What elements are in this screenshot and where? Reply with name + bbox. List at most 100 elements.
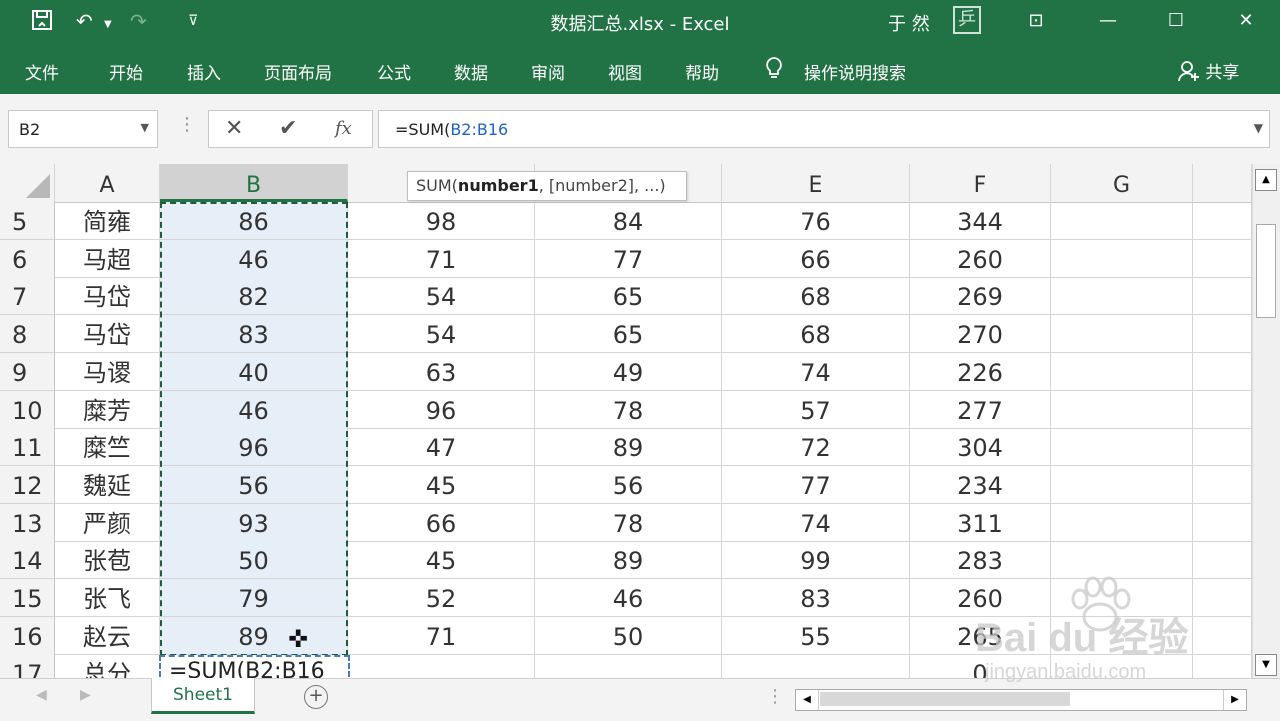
cell-e17[interactable] [722, 654, 910, 678]
horizontal-scroll-thumb[interactable] [820, 692, 1070, 706]
cell-a16[interactable]: 赵云 [55, 616, 160, 655]
cell-d6[interactable]: 77 [535, 239, 722, 278]
cell-f6[interactable]: 260 [910, 239, 1051, 278]
cell-c9[interactable]: 63 [348, 352, 535, 391]
cell-c8[interactable]: 54 [348, 315, 535, 354]
cell-c16[interactable]: 71 [348, 616, 535, 655]
cell-g8[interactable] [1051, 315, 1193, 354]
cell-e8[interactable]: 68 [722, 315, 910, 354]
cell-b10[interactable]: 46 [160, 390, 348, 429]
cell-e7[interactable]: 68 [722, 277, 910, 316]
row-header[interactable]: 6 [0, 239, 55, 278]
name-box[interactable]: B2 ▼ [8, 110, 158, 148]
function-tooltip[interactable]: SUM(number1, [number2], ...) [407, 171, 687, 201]
row-header[interactable]: 10 [0, 390, 55, 429]
cell-a5[interactable]: 简雍 [55, 202, 160, 240]
tab-help[interactable]: 帮助 [685, 59, 719, 84]
cell-b16[interactable]: 89 [160, 616, 348, 655]
cell-f8[interactable]: 270 [910, 315, 1051, 354]
cell-h11[interactable] [1193, 428, 1252, 467]
tab-home[interactable]: 开始 [109, 59, 143, 84]
cell-a7[interactable]: 马岱 [55, 277, 160, 316]
tab-review[interactable]: 审阅 [531, 59, 565, 84]
cell-h13[interactable] [1193, 503, 1252, 542]
cell-f7[interactable]: 269 [910, 277, 1051, 316]
cell-g5[interactable] [1051, 202, 1193, 240]
cell-e12[interactable]: 77 [722, 465, 910, 504]
cell-b9[interactable]: 40 [160, 352, 348, 391]
maximize-button[interactable]: ☐ [1156, 6, 1196, 36]
column-header-h[interactable] [1193, 164, 1252, 202]
cell-g10[interactable] [1051, 390, 1193, 429]
scroll-up-icon[interactable]: ▲ [1255, 169, 1277, 191]
cell-a9[interactable]: 马谡 [55, 352, 160, 391]
cell-d16[interactable]: 50 [535, 616, 722, 655]
cell-a14[interactable]: 张苞 [55, 541, 160, 580]
cell-d8[interactable]: 65 [535, 315, 722, 354]
cell-d14[interactable]: 89 [535, 541, 722, 580]
cell-b5[interactable]: 86 [160, 202, 348, 240]
cell-b14[interactable]: 50 [160, 541, 348, 580]
cell-g12[interactable] [1051, 465, 1193, 504]
cell-a17[interactable]: 总分 [55, 654, 160, 678]
cell-e14[interactable]: 99 [722, 541, 910, 580]
cell-e16[interactable]: 55 [722, 616, 910, 655]
minimize-button[interactable]: — [1088, 6, 1128, 36]
cell-c14[interactable]: 45 [348, 541, 535, 580]
cell-f13[interactable]: 311 [910, 503, 1051, 542]
column-header-g[interactable]: G [1051, 164, 1193, 202]
cell-a10[interactable]: 糜芳 [55, 390, 160, 429]
cell-h6[interactable] [1193, 239, 1252, 278]
row-header[interactable]: 8 [0, 315, 55, 354]
cell-b11[interactable]: 96 [160, 428, 348, 467]
cell-g16[interactable] [1051, 616, 1193, 655]
cell-e9[interactable]: 74 [722, 352, 910, 391]
cell-g11[interactable] [1051, 428, 1193, 467]
cell-d11[interactable]: 89 [535, 428, 722, 467]
cell-f9[interactable]: 226 [910, 352, 1051, 391]
cell-c15[interactable]: 52 [348, 579, 535, 617]
editing-cell-b17[interactable]: =SUM(B2:B16 [159, 655, 350, 678]
cell-b8[interactable]: 83 [160, 315, 348, 354]
scroll-down-icon[interactable]: ▼ [1255, 654, 1277, 676]
cell-c6[interactable]: 71 [348, 239, 535, 278]
cell-a6[interactable]: 马超 [55, 239, 160, 278]
cell-a13[interactable]: 严颜 [55, 503, 160, 542]
row-header[interactable]: 13 [0, 503, 55, 542]
formula-input[interactable]: =SUM(B2:B16 ▼ [378, 110, 1270, 148]
cell-a12[interactable]: 魏延 [55, 465, 160, 504]
cell-h9[interactable] [1193, 352, 1252, 391]
cell-d15[interactable]: 46 [535, 579, 722, 617]
cell-d5[interactable]: 84 [535, 202, 722, 240]
cell-c10[interactable]: 96 [348, 390, 535, 429]
cell-b12[interactable]: 56 [160, 465, 348, 504]
cell-f14[interactable]: 283 [910, 541, 1051, 580]
cell-f16[interactable]: 265 [910, 616, 1051, 655]
row-header[interactable]: 9 [0, 352, 55, 391]
column-header-a[interactable]: A [55, 164, 160, 202]
cell-a8[interactable]: 马岱 [55, 315, 160, 354]
close-button[interactable]: ✕ [1226, 6, 1266, 36]
column-header-f[interactable]: F [910, 164, 1051, 202]
sheet-next-icon[interactable]: ▶ [80, 687, 91, 703]
cell-h10[interactable] [1193, 390, 1252, 429]
formula-bar-resize-handle[interactable]: ⋮ [178, 114, 196, 135]
cell-g17[interactable] [1051, 654, 1193, 678]
cell-f10[interactable]: 277 [910, 390, 1051, 429]
tab-split-handle[interactable]: ⋮ [766, 686, 784, 707]
cell-e5[interactable]: 76 [722, 202, 910, 240]
tell-me-search[interactable]: 操作说明搜索 [804, 59, 906, 84]
tab-page-layout[interactable]: 页面布局 [264, 59, 332, 84]
vertical-scroll-thumb[interactable] [1256, 224, 1276, 318]
lightbulb-icon[interactable] [764, 56, 784, 85]
scroll-left-icon[interactable]: ◀ [796, 690, 819, 710]
cell-e15[interactable]: 83 [722, 579, 910, 617]
tab-view[interactable]: 视图 [608, 59, 642, 84]
cell-e10[interactable]: 57 [722, 390, 910, 429]
cell-e6[interactable]: 66 [722, 239, 910, 278]
tab-insert[interactable]: 插入 [187, 59, 221, 84]
insert-function-icon[interactable]: fx [335, 118, 352, 139]
cell-d10[interactable]: 78 [535, 390, 722, 429]
cell-g7[interactable] [1051, 277, 1193, 316]
cell-g9[interactable] [1051, 352, 1193, 391]
